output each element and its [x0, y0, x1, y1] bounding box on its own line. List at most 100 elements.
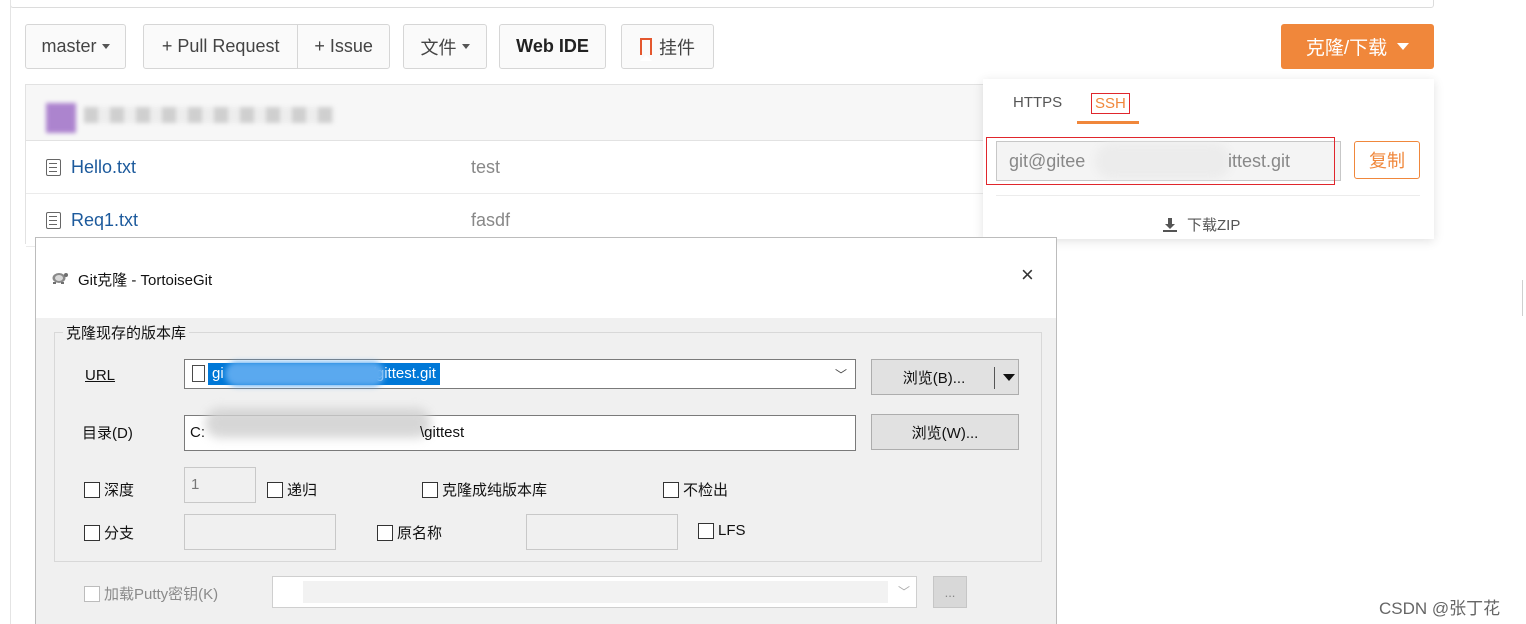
- clone-download-button[interactable]: 克隆/下载: [1281, 24, 1434, 69]
- download-zip-label: 下载ZIP: [1187, 217, 1241, 234]
- directory-label: 目录(D): [82, 425, 133, 442]
- download-zip-link[interactable]: 下载ZIP: [1163, 214, 1240, 235]
- origin-name-input[interactable]: [526, 514, 678, 550]
- ellipsis-label: ...: [944, 584, 956, 600]
- pull-request-button[interactable]: + Pull Request: [144, 25, 297, 68]
- dialog-title: Git克隆 - TortoiseGit: [78, 272, 213, 289]
- git-clone-dialog: Git克隆 - TortoiseGit × 克隆现存的版本库 URL gi/gi…: [35, 237, 1057, 624]
- origin-name-label: 原名称: [397, 525, 443, 542]
- url-combobox[interactable]: gi/gittest.git ﹀: [184, 359, 856, 389]
- checkbox-box: [267, 481, 283, 498]
- origin-name-checkbox[interactable]: 原名称: [377, 522, 442, 543]
- plugin-button[interactable]: 挂件: [621, 24, 714, 69]
- tortoisegit-icon: [52, 273, 68, 284]
- page-left-border: [10, 0, 11, 624]
- group-title: 克隆现存的版本库: [63, 322, 190, 343]
- document-icon: [192, 365, 205, 382]
- redacted-commit-info: [84, 107, 334, 123]
- lfs-label: LFS: [718, 522, 746, 539]
- branch-select[interactable]: master: [25, 24, 126, 69]
- checkbox-box: [377, 524, 393, 541]
- checkbox-box: [84, 585, 100, 602]
- redacted-url-segment: [225, 362, 385, 386]
- web-ide-label: Web IDE: [516, 36, 589, 56]
- chevron-down-icon[interactable]: ﹀: [898, 583, 910, 600]
- branch-checkbox[interactable]: 分支: [84, 522, 134, 543]
- clone-url-suffix: ittest.git: [1228, 151, 1291, 171]
- avatar: [46, 103, 76, 133]
- copy-button[interactable]: 复制: [1354, 141, 1420, 179]
- chevron-down-icon[interactable]: ﹀: [835, 366, 847, 383]
- issue-label: + Issue: [314, 36, 373, 56]
- checkbox-box: [422, 481, 438, 498]
- browse-b-label: 浏览(B)...: [902, 369, 966, 387]
- recursive-checkbox[interactable]: 递归: [267, 479, 317, 500]
- file-name-link[interactable]: Hello.txt: [71, 157, 136, 178]
- lfs-checkbox[interactable]: LFS: [698, 522, 746, 539]
- branch-input[interactable]: [184, 514, 336, 550]
- chevron-down-icon: [461, 44, 470, 49]
- watermark: CSDN @张丁花: [1379, 599, 1501, 618]
- clone-dropdown: HTTPS SSH git@gitee ittest.git 复制 下载ZIP: [983, 79, 1434, 239]
- browse-directory-button[interactable]: 浏览(W)...: [871, 414, 1019, 450]
- tab-ssh[interactable]: SSH: [1091, 93, 1130, 114]
- directory-value-start: C:: [190, 424, 205, 441]
- tab-https[interactable]: HTTPS: [1013, 94, 1062, 111]
- file-commit-message[interactable]: fasdf: [471, 210, 510, 231]
- chevron-down-icon: [1397, 43, 1410, 50]
- file-icon: [46, 158, 61, 176]
- download-icon: [1163, 217, 1177, 232]
- browse-putty-key-button[interactable]: ...: [933, 576, 967, 608]
- pull-request-label: + Pull Request: [161, 36, 280, 56]
- file-commit-message[interactable]: test: [471, 157, 500, 178]
- divider: [996, 195, 1420, 196]
- depth-input[interactable]: 1: [184, 467, 256, 503]
- no-checkout-label: 不检出: [683, 482, 729, 499]
- bare-repo-checkbox[interactable]: 克隆成纯版本库: [422, 479, 547, 500]
- depth-label: 深度: [104, 482, 135, 499]
- chevron-down-icon: [101, 44, 110, 49]
- dialog-titlebar: Git克隆 - TortoiseGit ×: [36, 238, 1056, 318]
- file-row: Hello.txt test: [26, 141, 1014, 194]
- bare-repo-label: 克隆成纯版本库: [442, 482, 548, 499]
- web-ide-button[interactable]: Web IDE: [499, 24, 606, 69]
- branch-label: master: [41, 36, 97, 56]
- no-checkout-checkbox[interactable]: 不检出: [663, 479, 728, 500]
- page-right-border: [1522, 280, 1523, 316]
- checkbox-box: [84, 481, 100, 498]
- dropdown-arrow-icon[interactable]: [1003, 374, 1015, 381]
- file-icon: [46, 211, 61, 229]
- file-name-link[interactable]: Req1.txt: [71, 210, 138, 231]
- pr-issue-group: + Pull Request + Issue: [143, 24, 390, 69]
- active-tab-indicator: [1077, 121, 1139, 124]
- directory-value-end: \gittest: [420, 424, 465, 441]
- split-separator: [994, 367, 995, 389]
- issue-button[interactable]: + Issue: [297, 25, 389, 68]
- recursive-label: 递归: [287, 482, 318, 499]
- clone-url-prefix: git@gitee: [1009, 150, 1086, 171]
- repo-panel-edge: [10, 0, 1434, 8]
- putty-key-label: 加载Putty密钥(K): [104, 586, 219, 603]
- redacted-url-segment: [1095, 143, 1231, 179]
- checkbox-box: [698, 522, 714, 539]
- latest-commit-header: [26, 85, 1014, 141]
- clone-download-label: 克隆/下载: [1305, 38, 1388, 59]
- checkbox-box: [663, 481, 679, 498]
- browse-url-split-button[interactable]: 浏览(B)...: [871, 359, 1019, 395]
- redacted-path-segment: [205, 408, 431, 438]
- browse-w-label: 浏览(W)...: [911, 424, 979, 442]
- putty-key-combobox[interactable]: ﹀: [272, 576, 917, 608]
- load-putty-key-checkbox[interactable]: 加载Putty密钥(K): [84, 583, 218, 604]
- copy-label: 复制: [1369, 151, 1405, 171]
- branch-label: 分支: [104, 525, 135, 542]
- directory-input[interactable]: C: \gittest: [184, 408, 856, 451]
- files-label: 文件: [420, 37, 457, 58]
- bookmark-icon: [640, 38, 652, 61]
- file-list: Hello.txt test Req1.txt fasdf: [25, 84, 1015, 247]
- checkbox-box: [84, 524, 100, 541]
- plugin-label: 挂件: [659, 37, 695, 58]
- files-menu-button[interactable]: 文件: [403, 24, 487, 69]
- close-icon[interactable]: ×: [1021, 262, 1034, 288]
- putty-key-value: [303, 581, 888, 603]
- depth-checkbox[interactable]: 深度: [84, 479, 134, 500]
